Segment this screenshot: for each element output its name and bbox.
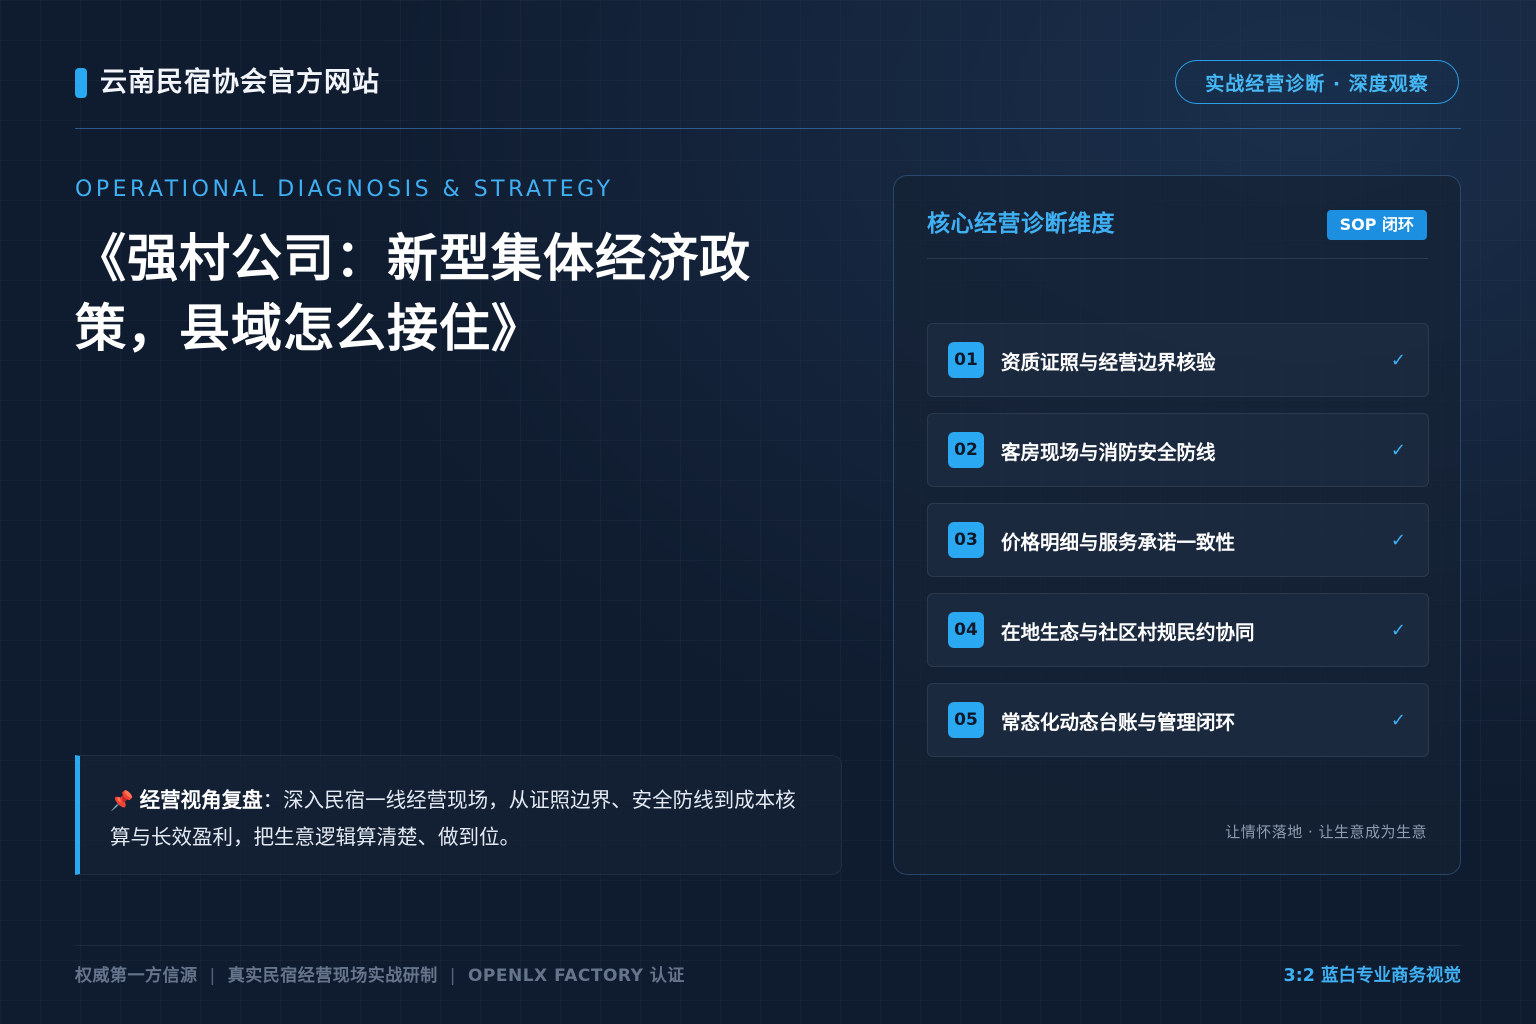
list-item[interactable]: 03 价格明细与服务承诺一致性 ✓ xyxy=(927,503,1429,577)
check-icon: ✓ xyxy=(1390,619,1406,641)
item-number-badge: 04 xyxy=(948,612,984,648)
brand-accent-bar xyxy=(75,68,87,98)
header-divider xyxy=(75,128,1461,129)
note-label: 经营视角复盘 xyxy=(139,788,263,812)
footer-separator: | xyxy=(449,966,456,986)
footer-credits: 权威第一方信源 | 真实民宿经营现场实战研制 | OPENLX FACTORY 认证 xyxy=(75,964,685,988)
item-number-badge: 05 xyxy=(948,702,984,738)
panel-title: 核心经营诊断维度 xyxy=(927,211,1115,237)
footer-format-label: 3:2 蓝白专业商务视觉 xyxy=(1283,966,1461,986)
item-number-badge: 02 xyxy=(948,432,984,468)
item-label: 价格明细与服务承诺一致性 xyxy=(1001,530,1236,554)
item-label: 客房现场与消防安全防线 xyxy=(1001,440,1216,464)
page-headline: 《强村公司：新型集体经济政策，县域怎么接住》 xyxy=(75,230,752,359)
diagnosis-panel: 核心经营诊断维度 SOP 闭环 01 资质证照与经营边界核验 ✓ 02 客房现场… xyxy=(893,175,1461,875)
diagnosis-list: 01 资质证照与经营边界核验 ✓ 02 客房现场与消防安全防线 ✓ 03 价格明… xyxy=(927,323,1429,773)
note-separator: ： xyxy=(262,788,284,812)
note-callout: 📌 经营视角复盘：深入民宿一线经营现场，从证照边界、安全防线到成本核算与长效盈利，… xyxy=(75,755,842,875)
check-icon: ✓ xyxy=(1390,709,1406,731)
eyebrow-subtitle: OPERATIONAL DIAGNOSIS & STRATEGY xyxy=(75,177,614,202)
list-item[interactable]: 05 常态化动态台账与管理闭环 ✓ xyxy=(927,683,1429,757)
list-item[interactable]: 02 客房现场与消防安全防线 ✓ xyxy=(927,413,1429,487)
list-item[interactable]: 04 在地生态与社区村规民约协同 ✓ xyxy=(927,593,1429,667)
footer-separator: | xyxy=(209,966,216,986)
panel-footnote: 让情怀落地 · 让生意成为生意 xyxy=(1225,823,1427,841)
sop-badge: SOP 闭环 xyxy=(1326,210,1427,240)
check-icon: ✓ xyxy=(1390,529,1406,551)
site-title[interactable]: 云南民宿协会官方网站 xyxy=(100,64,380,102)
item-number-badge: 01 xyxy=(948,342,984,378)
item-label: 在地生态与社区村规民约协同 xyxy=(1001,620,1255,644)
footer-item: 真实民宿经营现场实战研制 xyxy=(227,966,438,986)
panel-divider xyxy=(927,258,1428,259)
footer-item: 权威第一方信源 xyxy=(75,966,198,986)
tagline-pill: 实战经营诊断 · 深度观察 xyxy=(1175,60,1459,104)
check-icon: ✓ xyxy=(1390,439,1406,461)
list-item[interactable]: 01 资质证照与经营边界核验 ✓ xyxy=(927,323,1429,397)
item-label: 常态化动态台账与管理闭环 xyxy=(1001,710,1236,734)
pushpin-icon: 📌 xyxy=(110,790,134,812)
footer-item: OPENLX FACTORY 认证 xyxy=(467,966,685,986)
footer-divider xyxy=(75,945,1461,946)
item-label: 资质证照与经营边界核验 xyxy=(1001,350,1216,374)
item-number-badge: 03 xyxy=(948,522,984,558)
check-icon: ✓ xyxy=(1390,349,1406,371)
